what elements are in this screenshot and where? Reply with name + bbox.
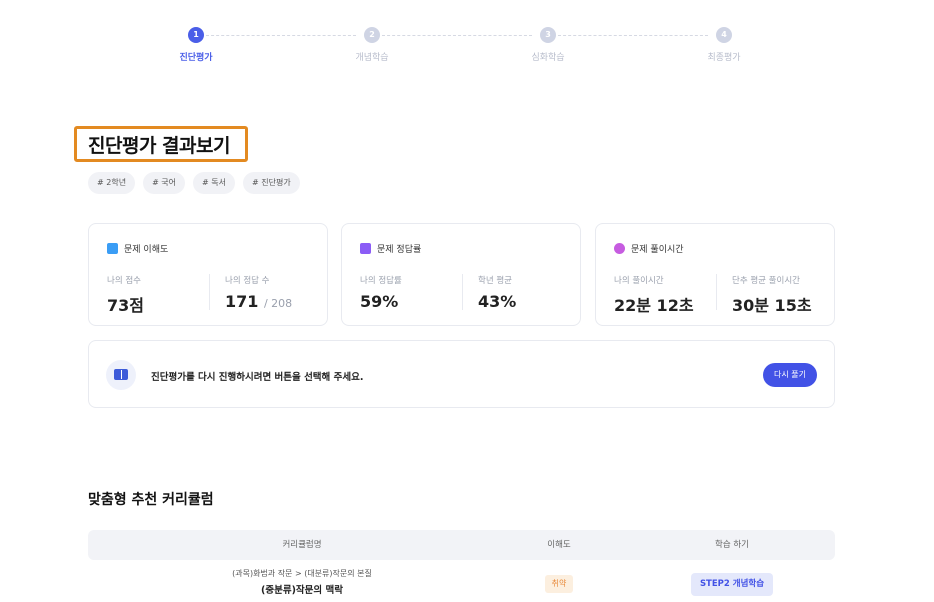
table-row: (과목)화법과 작문 > (대분류)작문의 본질 (중분류)작문의 맥락 취약 …: [88, 568, 835, 602]
card-understanding: 문제 이해도 나의 점수 73점 나의 정답 수 171 / 208: [88, 223, 328, 326]
my-rate: 나의 정답률 59%: [360, 274, 402, 311]
header-study: 학습 하기: [715, 540, 749, 550]
stat-value: 59%: [360, 292, 399, 311]
card-time: 문제 풀이시간 나의 풀이시간 22분 12초 단추 평균 풀이시간 30분 1…: [595, 223, 835, 326]
card-title: 문제 정답률: [377, 245, 422, 255]
curriculum-name: (중분류)작문의 맥락: [261, 585, 343, 596]
retry-button[interactable]: 다시 풀기: [763, 363, 817, 387]
header-understanding: 이해도: [547, 540, 571, 550]
step-concept[interactable]: 2 개념학습: [332, 27, 412, 63]
stat-value: 43%: [478, 292, 517, 311]
step-advanced[interactable]: 3 심화학습: [508, 27, 588, 63]
card-divider: [716, 274, 717, 310]
my-score: 나의 점수 73점: [107, 274, 144, 316]
card-title: 문제 풀이시간: [631, 245, 684, 255]
step-label: 최종평가: [707, 53, 741, 63]
average-time: 단추 평균 풀이시간 30분 15초: [732, 274, 812, 316]
stat-label: 학년 평균: [478, 276, 512, 286]
my-time: 나의 풀이시간 22분 12초: [614, 274, 694, 316]
notice-text: 진단평가를 다시 진행하시려면 버튼을 선택해 주세요.: [151, 372, 364, 383]
stat-label: 나의 풀이시간: [614, 276, 664, 286]
book-icon: [106, 360, 136, 390]
correct-value: 171: [225, 292, 259, 311]
stat-label: 나의 정답 수: [225, 276, 270, 286]
clock-icon: [614, 243, 625, 254]
step-number: 4: [716, 27, 732, 43]
card-header: 문제 이해도: [107, 242, 168, 255]
start-study-button[interactable]: STEP2 개념학습: [691, 573, 773, 596]
tag-type: # 진단평가: [243, 172, 300, 194]
chart-icon: [360, 243, 371, 254]
notebook-icon: [107, 243, 118, 254]
tag-subject: # 국어: [143, 172, 186, 194]
step-label: 개념학습: [355, 53, 389, 63]
understanding-badge: 취약: [545, 575, 573, 593]
step-diagnostic[interactable]: 1 진단평가: [156, 27, 236, 63]
tag-list: # 2학년 # 국어 # 독서 # 진단평가: [88, 172, 300, 194]
step-final[interactable]: 4 최종평가: [684, 27, 764, 63]
curriculum-title: 맞춤형 추천 커리큘럼: [88, 492, 214, 508]
stat-value: 30분 15초: [732, 296, 812, 315]
grade-average: 학년 평균 43%: [478, 274, 516, 311]
stat-label: 나의 정답률: [360, 276, 402, 286]
card-divider: [209, 274, 210, 310]
stat-label: 나의 점수: [107, 276, 141, 286]
step-label: 심화학습: [531, 53, 565, 63]
step-label: 진단평가: [179, 53, 213, 63]
card-header: 문제 풀이시간: [614, 242, 684, 255]
stat-label: 단추 평균 풀이시간: [732, 276, 800, 286]
step-number: 2: [364, 27, 380, 43]
progress-stepper: 1 진단평가 2 개념학습 3 심화학습 4 최종평가: [0, 27, 934, 67]
correct-count: 나의 정답 수 171 / 208: [225, 274, 292, 311]
step-number: 3: [540, 27, 556, 43]
stat-value: 73점: [107, 296, 144, 315]
card-divider: [462, 274, 463, 310]
page-title: 진단평가 결과보기: [88, 135, 230, 157]
card-accuracy: 문제 정답률 나의 정답률 59% 학년 평균 43%: [341, 223, 581, 326]
stat-value: 22분 12초: [614, 296, 694, 315]
correct-total: / 208: [263, 297, 293, 310]
card-header: 문제 정답률: [360, 242, 421, 255]
step-number: 1: [188, 27, 204, 43]
header-curriculum-name: 커리큘럼명: [282, 540, 322, 550]
curriculum-path: (과목)화법과 작문 > (대분류)작문의 본질: [232, 569, 372, 578]
tag-grade: # 2학년: [88, 172, 136, 194]
stat-value: 171 / 208: [225, 292, 292, 311]
retry-notice: 진단평가를 다시 진행하시려면 버튼을 선택해 주세요. 다시 풀기: [88, 340, 835, 408]
tag-unit: # 독서: [193, 172, 235, 194]
card-title: 문제 이해도: [124, 245, 169, 255]
curriculum-table-header: 커리큘럼명 이해도 학습 하기: [88, 530, 835, 560]
